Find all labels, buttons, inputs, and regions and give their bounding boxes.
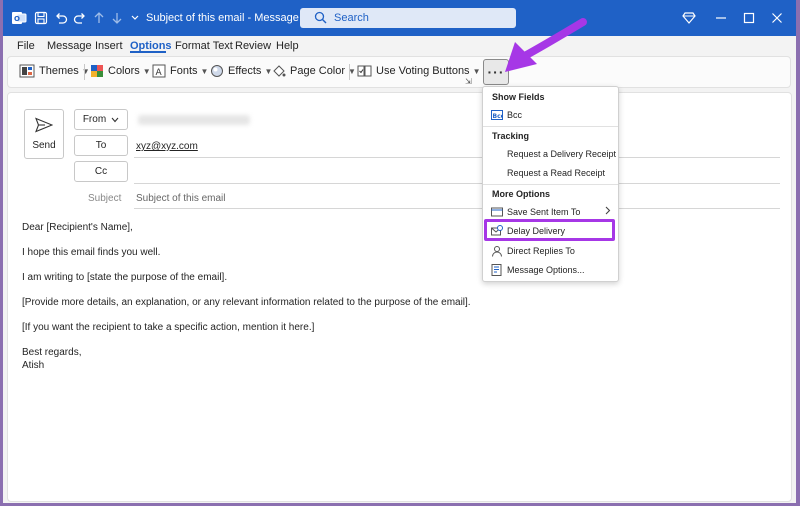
effects-icon [210,64,224,78]
compose-pane: Send From To xyz@xyz.com Cc Subject Subj… [7,92,792,502]
from-address-obscured [138,115,250,125]
body-line[interactable]: [Provide more details, an explanation, o… [22,297,471,308]
subject-field[interactable]: Subject of this email [136,193,226,204]
search-icon [314,11,327,27]
close-icon[interactable] [767,8,787,28]
page-color-button[interactable]: Page Color ▼ [272,64,356,78]
up-arrow-icon[interactable] [91,10,107,26]
menu-insert[interactable]: Insert [95,40,123,52]
from-label: From [82,114,107,125]
fonts-button[interactable]: A Fonts ▼ [152,64,208,78]
person-icon [491,245,503,257]
annotation-arrow [505,18,587,72]
from-button[interactable]: From [74,109,128,130]
to-field-underline [134,157,780,158]
chevron-down-icon [111,117,119,123]
down-arrow-icon[interactable] [109,10,125,26]
show-fields-header: Show Fields [492,92,545,102]
read-receipt-menu-item[interactable]: Request a Read Receipt [483,164,618,182]
body-signature[interactable]: Atish [22,360,44,371]
delivery-receipt-label: Request a Delivery Receipt [507,149,617,159]
body-line[interactable]: [If you want the recipient to take a spe… [22,322,314,333]
chevron-right-icon [605,206,611,217]
menu-message[interactable]: Message [47,40,92,52]
save-sent-label: Save Sent Item To [507,207,581,217]
bcc-icon: Bcc [491,109,503,121]
svg-text:Bcc: Bcc [493,113,504,120]
voting-icon [357,64,372,78]
menu-separator [483,126,618,127]
to-label: To [95,140,107,151]
themes-label: Themes [39,65,79,77]
more-options-dropdown: Show Fields Bcc Bcc Tracking Request a D… [482,86,619,282]
redo-icon[interactable] [72,10,88,26]
search-box[interactable]: Search [300,8,516,28]
send-icon [35,117,54,136]
menu-separator [483,184,618,185]
effects-label: Effects [228,65,262,77]
minimize-icon[interactable] [711,8,731,28]
tracking-header: Tracking [492,131,530,141]
undo-icon[interactable] [53,10,69,26]
search-placeholder: Search [334,12,369,24]
colors-label: Colors [108,65,140,77]
active-tab-underline [130,51,166,53]
menu-bar: File Message Insert Options Format Text … [3,36,796,54]
menu-help[interactable]: Help [276,40,299,52]
read-receipt-label: Request a Read Receipt [507,168,606,178]
body-signoff[interactable]: Best regards, [22,347,81,358]
direct-replies-label: Direct Replies To [507,246,575,256]
to-button[interactable]: To [74,135,128,156]
menu-review[interactable]: Review [235,40,271,52]
subject-label: Subject [88,193,122,204]
svg-text:A: A [156,68,163,78]
delivery-receipt-menu-item[interactable]: Request a Delivery Receipt [483,145,618,163]
bcc-menu-item[interactable]: Bcc Bcc [483,106,618,124]
body-line[interactable]: I am writing to [state the purpose of th… [22,272,227,283]
body-line[interactable]: I hope this email finds you well. [22,247,160,258]
effects-button[interactable]: Effects ▼ [210,64,272,78]
menu-file[interactable]: File [17,40,35,52]
themes-icon [19,64,35,78]
folder-icon [491,206,503,218]
quick-access-more-icon[interactable] [127,10,143,26]
fonts-label: Fonts [170,65,198,77]
save-icon[interactable] [33,10,49,26]
cc-button[interactable]: Cc [74,161,128,182]
colors-icon [90,64,104,78]
bcc-label: Bcc [507,110,523,120]
voting-label: Use Voting Buttons [376,65,470,77]
send-label: Send [32,140,56,151]
cc-label: Cc [94,166,108,177]
page-color-label: Page Color [290,65,346,77]
diamond-icon[interactable] [679,8,699,28]
fonts-icon: A [152,64,166,78]
cc-field-underline [134,183,780,184]
message-options-label: Message Options... [507,265,585,275]
send-button[interactable]: Send [24,109,64,159]
themes-button[interactable]: Themes ▼ [19,64,90,78]
subject-field-underline [134,208,780,209]
ribbon-separator [84,64,85,80]
dialog-launcher-icon[interactable]: ⇲ [465,77,472,86]
maximize-icon[interactable] [739,8,759,28]
outlook-icon: O [11,10,27,26]
title-bar: O Subject of this email - Message (HT...… [3,0,796,36]
menu-format-text[interactable]: Format Text [175,40,233,52]
body-greeting[interactable]: Dear [Recipient's Name], [22,222,133,233]
outlook-window: O Subject of this email - Message (HT...… [3,0,796,503]
colors-button[interactable]: Colors ▼ [90,64,151,78]
ribbon-separator [349,64,350,80]
more-options-header: More Options [492,189,550,199]
direct-replies-menu-item[interactable]: Direct Replies To [483,242,618,260]
delay-delivery-highlight [484,219,615,241]
svg-text:O: O [14,15,20,23]
message-options-icon [491,264,503,276]
ribbon: Themes ▼ Colors ▼ A Fonts ▼ Effects ▼ Page C [7,56,791,88]
message-options-menu-item[interactable]: Message Options... [483,261,618,279]
paint-bucket-icon [272,64,286,78]
to-recipient[interactable]: xyz@xyz.com [136,141,198,152]
voting-buttons-button[interactable]: Use Voting Buttons ▼ [357,64,480,78]
